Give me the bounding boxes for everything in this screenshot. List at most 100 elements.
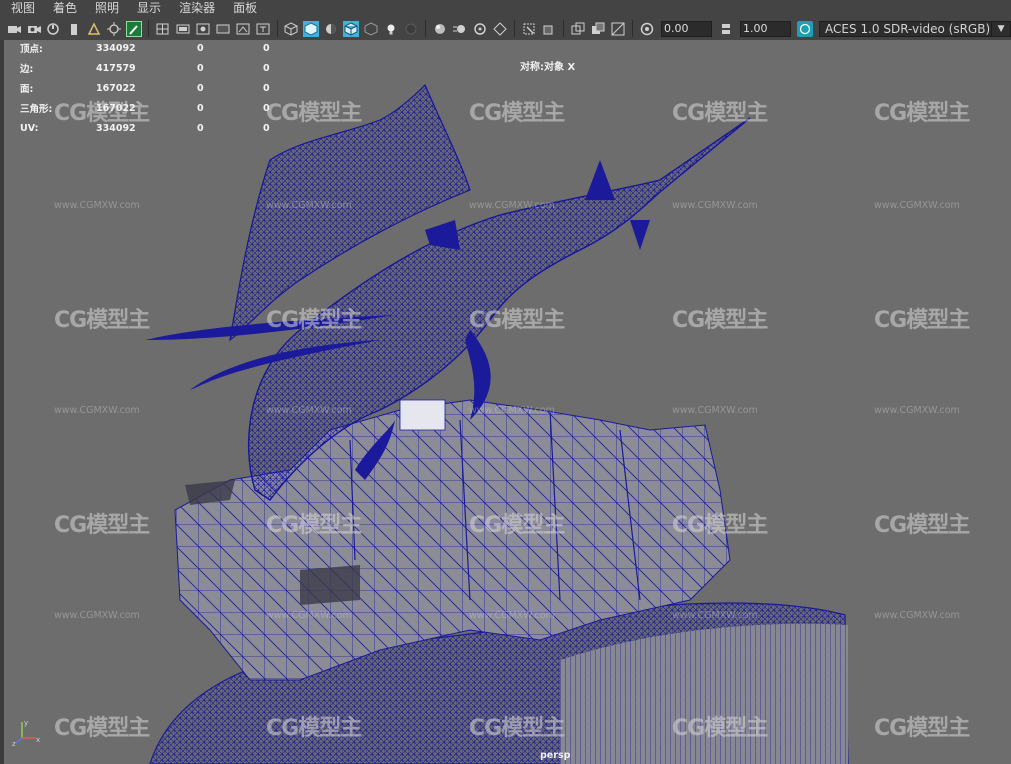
2d-pan-zoom-icon[interactable]	[86, 21, 102, 37]
smooth-shade-icon[interactable]	[303, 20, 320, 37]
scene-render	[145, 83, 849, 764]
bookmarks-icon[interactable]	[46, 21, 62, 37]
color-space-value: ACES 1.0 SDR-video (sRGB)	[825, 21, 991, 36]
shadows-icon[interactable]	[403, 21, 419, 37]
hud-value: 0	[197, 42, 204, 54]
hud-value: 167022	[96, 82, 136, 94]
hud-label: 三角形:	[20, 104, 53, 115]
watermark-logo: CG模型主	[672, 716, 768, 741]
watermark-logo: CG模型主	[874, 716, 970, 741]
hud-value: 0	[197, 102, 204, 114]
color-space-dropdown[interactable]: ACES 1.0 SDR-video (sRGB) ▼	[819, 20, 1011, 37]
watermark-url: www.CGMXW.com	[874, 610, 960, 621]
toolbar-separator	[425, 20, 427, 37]
hud-label: 边:	[20, 64, 34, 75]
hud-value: 0	[263, 62, 270, 74]
watermark-logo: CG模型主	[469, 513, 565, 538]
watermark-logo: CG模型主	[672, 308, 768, 333]
exposure-icon[interactable]	[639, 21, 655, 37]
hud-value: 334092	[96, 42, 136, 54]
watermark-logo: CG模型主	[266, 513, 362, 538]
watermark-logo: CG模型主	[874, 513, 970, 538]
image-plane-icon[interactable]	[66, 21, 82, 37]
watermark-url: www.CGMXW.com	[266, 610, 352, 621]
menu-renderer[interactable]: 渲染器	[168, 0, 222, 17]
ambient-occlusion-icon[interactable]	[432, 21, 448, 37]
safe-action-icon[interactable]	[255, 21, 271, 37]
menu-shading[interactable]: 着色	[42, 0, 84, 17]
exposure-field[interactable]	[661, 20, 713, 37]
motion-blur-icon[interactable]	[452, 21, 468, 37]
toolbar-separator	[563, 20, 565, 37]
watermark-logo: CG模型主	[54, 308, 150, 333]
poly-count-hud: 顶点: 334092 0 0 边: 417579 0 0 面: 167022 0…	[20, 40, 303, 138]
3d-viewport[interactable]: CG模型主 CG模型主 CG模型主 CG模型主 CG模型主 www.CGMXW.…	[0, 40, 1011, 764]
viewport-toolbar: ACES 1.0 SDR-video (sRGB) ▼	[0, 17, 1011, 41]
xray-active-icon[interactable]	[570, 21, 586, 37]
hud-value: 417579	[96, 62, 136, 74]
gamma-field[interactable]	[740, 20, 792, 37]
watermark-url: www.CGMXW.com	[672, 200, 758, 211]
hud-row-vertices: 顶点: 334092 0 0	[20, 40, 303, 58]
film-gate-icon[interactable]	[175, 21, 191, 37]
watermark-logo: CG模型主	[469, 716, 565, 741]
menu-panels[interactable]: 面板	[222, 0, 264, 17]
menu-show[interactable]: 显示	[126, 0, 168, 17]
hud-label: UV:	[20, 122, 39, 134]
resolution-gate-icon[interactable]	[195, 21, 211, 37]
backface-culling-icon[interactable]	[590, 21, 606, 37]
hud-value: 0	[197, 82, 204, 94]
texture-icon[interactable]	[610, 21, 626, 37]
isolate-select-icon[interactable]	[521, 21, 537, 37]
axis-x-label: x	[36, 736, 40, 744]
watermark-logo: CG模型主	[672, 101, 768, 126]
field-chart-icon[interactable]	[235, 21, 251, 37]
wireframe-icon[interactable]	[283, 21, 299, 37]
grease-pencil-icon[interactable]	[106, 21, 122, 37]
toolbar-separator	[147, 20, 149, 37]
hud-row-uvs: UV: 334092 0 0	[20, 118, 303, 138]
watermark-url: www.CGMXW.com	[672, 610, 758, 621]
depth-of-field-icon[interactable]	[492, 21, 508, 37]
grid-icon[interactable]	[155, 21, 171, 37]
pencil-active-icon[interactable]	[125, 20, 142, 37]
hud-value: 0	[197, 122, 204, 134]
toolbar-separator	[632, 20, 634, 37]
xray-joints-icon[interactable]	[541, 21, 557, 37]
symmetry-label: 对称:对象 X	[520, 62, 576, 73]
hud-value: 334092	[96, 122, 136, 134]
menu-view[interactable]: 视图	[0, 0, 42, 17]
watermark-url: www.CGMXW.com	[874, 200, 960, 211]
axis-z-label: z	[12, 740, 16, 746]
wireframe-on-shaded-icon[interactable]	[343, 20, 360, 37]
xray-icon[interactable]	[363, 21, 379, 37]
camera-name-label: persp	[540, 750, 571, 761]
watermark-logo: CG模型主	[874, 101, 970, 126]
hud-value: 0	[263, 42, 270, 54]
gate-mask-icon[interactable]	[215, 21, 231, 37]
watermark-logo: CG模型主	[266, 716, 362, 741]
default-material-icon[interactable]	[323, 21, 339, 37]
hud-value: 0	[263, 102, 270, 114]
watermark-url: www.CGMXW.com	[266, 405, 352, 416]
menu-lighting[interactable]: 照明	[84, 0, 126, 17]
lights-icon[interactable]	[383, 21, 399, 37]
watermark-logo: CG模型主	[672, 513, 768, 538]
watermark-url: www.CGMXW.com	[266, 200, 352, 211]
watermark-logo: CG模型主	[469, 101, 565, 126]
hud-value: 0	[197, 62, 204, 74]
toolbar-separator	[514, 20, 516, 37]
color-management-toggle-icon[interactable]	[797, 20, 814, 37]
watermark-url: www.CGMXW.com	[672, 405, 758, 416]
watermark-url: www.CGMXW.com	[54, 610, 140, 621]
hud-row-triangles: 三角形: 167022 0 0	[20, 98, 303, 118]
watermark-url: www.CGMXW.com	[469, 200, 555, 211]
watermark-logo: CG模型主	[469, 308, 565, 333]
anti-aliasing-icon[interactable]	[472, 21, 488, 37]
select-camera-icon[interactable]	[6, 21, 22, 37]
gamma-icon[interactable]	[718, 21, 734, 37]
view-axis-gizmo: y x z	[12, 719, 40, 746]
wave-block-shadow	[300, 565, 360, 605]
hud-row-edges: 边: 417579 0 0	[20, 58, 303, 78]
camera-attributes-icon[interactable]	[26, 21, 42, 37]
